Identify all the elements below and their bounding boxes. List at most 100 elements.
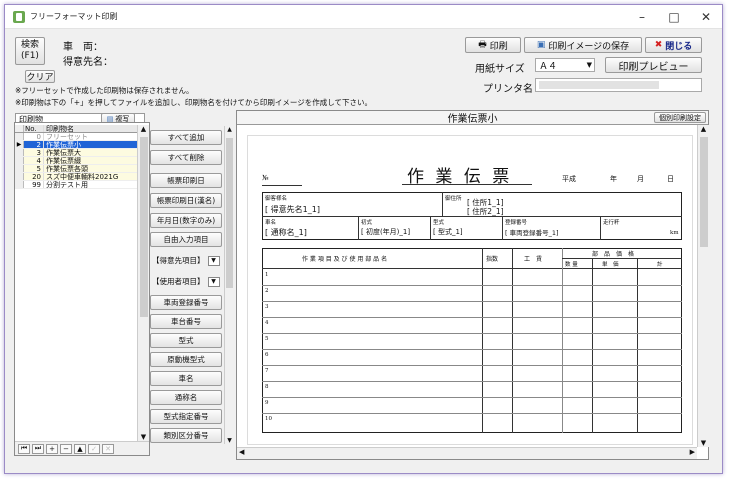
paper-size-select[interactable]: Ａ４ ▼: [535, 58, 595, 72]
row-line: [262, 285, 682, 286]
address-field-label: 御住所: [445, 196, 462, 202]
printer-icon: 🖶: [478, 40, 487, 50]
print-date-button[interactable]: 帳票印刷日: [150, 173, 222, 188]
list-item[interactable]: 4 作業伝票綴: [15, 157, 137, 165]
preview-vertical-scrollbar[interactable]: ▲ ▼: [697, 125, 709, 447]
scroll-thumb[interactable]: [226, 138, 233, 288]
common-name-button[interactable]: 通称名: [150, 390, 222, 405]
print-date-kanji-button[interactable]: 帳票印刷日(漢名): [150, 193, 222, 208]
close-window-button[interactable]: ✕: [690, 5, 722, 29]
print-button[interactable]: 🖶 印刷: [465, 37, 521, 53]
client-items-select[interactable]: 【得意先項目】 ▼: [152, 255, 220, 266]
row-number: 3: [265, 304, 269, 310]
client-placeholder[interactable]: [ 得意先名1_1]: [265, 204, 320, 215]
window-title: フリーフォーマット印刷: [30, 12, 118, 21]
info-divider: [502, 216, 503, 240]
move-up-icon[interactable]: ▲: [74, 443, 86, 454]
model-code-button[interactable]: 型式指定番号: [150, 409, 222, 424]
first-record-icon[interactable]: ⏮: [18, 443, 30, 454]
row-line: [262, 397, 682, 398]
remove-all-button[interactable]: すべて削除: [150, 150, 222, 165]
first-reg-placeholder[interactable]: [ 初度(年月)_1]: [361, 227, 410, 237]
close-button[interactable]: ✖ 閉じる: [645, 37, 702, 53]
row-line: [262, 301, 682, 302]
list-scrollbar[interactable]: ▲ ▼: [137, 125, 149, 441]
save-image-label: 印刷イメージの保存: [548, 41, 630, 52]
reg-number-button[interactable]: 車両登録番号: [150, 295, 222, 310]
row-name: 作業伝票綴: [46, 157, 81, 164]
confirm-icon[interactable]: ✓: [88, 443, 100, 454]
info-divider: [442, 192, 443, 216]
reg-placeholder[interactable]: [ 車両登録番号_1]: [505, 227, 559, 237]
chevron-down-icon: ▼: [207, 276, 220, 287]
close-label: 閉じる: [665, 41, 693, 52]
last-record-icon[interactable]: ⏭: [32, 443, 44, 454]
model-placeholder[interactable]: [ 型式_1]: [433, 227, 463, 237]
class-number-button[interactable]: 類別区分番号: [150, 428, 222, 443]
individual-settings-button[interactable]: 個別印刷設定: [654, 112, 706, 123]
list-item[interactable]: 99 分割テスト用: [15, 181, 137, 189]
note-1: ※フリーセットで作成した印刷物は保存されません。: [15, 86, 194, 95]
chevron-down-icon: ▼: [586, 61, 592, 69]
delete-record-icon[interactable]: −: [60, 443, 72, 454]
scroll-up-icon[interactable]: ▲: [698, 125, 709, 133]
list-item-selected[interactable]: ▶ 2 作業伝票小: [15, 141, 137, 149]
common-name-placeholder[interactable]: [ 通称名_1]: [265, 227, 307, 238]
car-name-button[interactable]: 車名: [150, 371, 222, 386]
scroll-up-icon[interactable]: ▲: [225, 126, 234, 133]
month-label: 月: [637, 175, 644, 183]
col-parts-header: 部 品 価 格: [592, 251, 635, 258]
printer-name-field[interactable]: [535, 78, 702, 92]
ymd-number-button[interactable]: 年月日(数字のみ): [150, 213, 222, 228]
row-name: 作業伝票大: [46, 149, 81, 156]
scroll-up-icon[interactable]: ▲: [138, 125, 149, 133]
work-slip-form: № 作 業 伝 票 平成 年 月 日 御客様名 [ 得意先名1_1] 御住所 […: [262, 148, 682, 438]
add-all-button[interactable]: すべて追加: [150, 130, 222, 145]
row-name: スズ中便車輛料2021G: [46, 173, 119, 180]
scroll-right-icon[interactable]: ▶: [690, 448, 695, 456]
row-indicator: [15, 133, 24, 140]
preview-horizontal-scrollbar[interactable]: ◀ ▶: [237, 447, 697, 459]
row-name: フリーセット: [46, 133, 88, 140]
header-indicator: [15, 125, 24, 132]
scroll-thumb[interactable]: [140, 137, 148, 317]
cancel-icon[interactable]: ✕: [102, 443, 114, 454]
row-no: 2: [24, 141, 44, 149]
no-underline: [262, 185, 302, 186]
print-label: 印刷: [489, 41, 508, 52]
maximize-button[interactable]: □: [658, 5, 690, 29]
clear-button[interactable]: クリア: [25, 70, 55, 83]
list-item[interactable]: 20 スズ中便車輛料2021G: [15, 173, 137, 181]
scroll-left-icon[interactable]: ◀: [239, 448, 244, 456]
button-panel-scrollbar[interactable]: ▲ ▼: [224, 126, 234, 444]
row-indicator: [15, 149, 24, 156]
list-item[interactable]: 0 フリーセット: [15, 133, 137, 141]
row-no: 20: [24, 173, 44, 181]
address2-placeholder[interactable]: [ 住所2_1]: [467, 206, 504, 217]
free-input-button[interactable]: 自由入力項目: [150, 232, 222, 247]
scroll-down-icon[interactable]: ▼: [225, 437, 234, 444]
row-line: [262, 381, 682, 382]
print-preview-button[interactable]: 印刷プレビュー: [605, 57, 702, 73]
save-image-button[interactable]: ▣ 印刷イメージの保存: [524, 37, 642, 53]
model-field-label: 型式: [433, 220, 445, 226]
scroll-down-icon[interactable]: ▼: [138, 433, 149, 441]
list-item[interactable]: 5 作業伝票各頭: [15, 165, 137, 173]
row-number: 10: [265, 416, 272, 422]
row-name: 作業伝票小: [46, 141, 81, 148]
col-unit-header: 単 価: [602, 262, 619, 268]
model-button[interactable]: 型式: [150, 333, 222, 348]
add-record-icon[interactable]: +: [46, 443, 58, 454]
row-name: 作業伝票各頭: [46, 165, 88, 172]
scroll-thumb[interactable]: [700, 137, 708, 247]
minimize-button[interactable]: –: [626, 5, 658, 29]
list-item[interactable]: 3 作業伝票大: [15, 149, 137, 157]
chassis-number-button[interactable]: 車台番号: [150, 314, 222, 329]
scroll-down-icon[interactable]: ▼: [698, 439, 709, 447]
info-divider: [430, 216, 431, 240]
km-unit: km: [670, 230, 679, 236]
search-button[interactable]: 検索 (F1): [15, 37, 45, 65]
engine-model-button[interactable]: 原動機型式: [150, 352, 222, 367]
list-header: No. 印刷物名: [15, 125, 137, 133]
user-items-select[interactable]: 【使用者項目】 ▼: [152, 276, 220, 287]
